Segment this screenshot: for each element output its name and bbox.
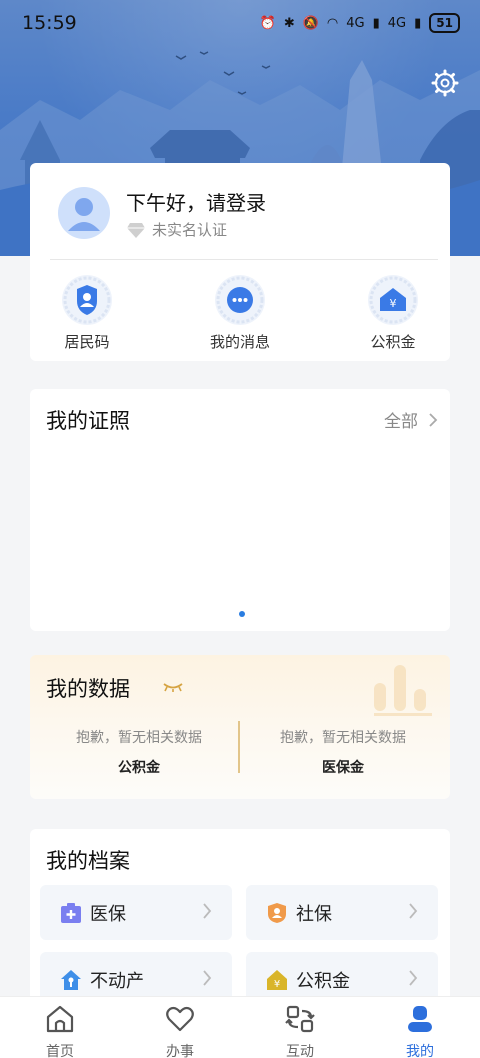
verification-label: 未实名认证	[152, 221, 228, 239]
tab-interaction[interactable]: 互动	[255, 1003, 345, 1058]
tab-label: 办事	[166, 1044, 194, 1058]
resident-code-icon	[60, 273, 114, 327]
data-item-name: 公积金	[118, 760, 160, 776]
svg-text:¥: ¥	[274, 979, 280, 990]
provident-fund-icon: ¥	[366, 273, 420, 327]
real-estate-icon	[61, 970, 81, 990]
network-label-1: 4G	[346, 15, 365, 31]
carousel-indicator	[239, 611, 245, 617]
bottom-tab-bar: 首页 办事 互动 我的	[0, 996, 480, 1058]
social-security-icon	[268, 903, 286, 923]
certificates-title: 我的证照	[46, 409, 130, 433]
archives-title: 我的档案	[46, 849, 130, 873]
data-item-medical-fund[interactable]: 抱歉，暂无相关数据 医保金	[248, 727, 438, 777]
tab-label: 我的	[406, 1044, 434, 1058]
data-item-provident-fund[interactable]: 抱歉，暂无相关数据 公积金	[44, 727, 234, 777]
quick-action-resident-code[interactable]: 居民码	[32, 273, 142, 352]
status-time: 15:59	[22, 12, 77, 34]
provident-fund-icon: ¥	[267, 970, 287, 990]
signal-icon-2: ▮	[414, 15, 422, 31]
archive-item-label: 不动产	[90, 971, 144, 992]
status-icons: ⏰ ✱ 🔕 ◠ 4G ▮ 4G ▮ 51	[260, 13, 460, 33]
chevron-right-icon	[409, 970, 418, 986]
user-avatar-icon	[68, 198, 100, 231]
divider	[50, 259, 438, 260]
diamond-icon	[127, 222, 145, 238]
certificates-card: 我的证照 全部	[30, 389, 450, 631]
my-data-card: 我的数据 抱歉，暂无相关数据 公积金 抱歉，暂无相关数据 医保金	[30, 655, 450, 799]
quick-action-provident-fund[interactable]: ¥ 公积金	[338, 273, 448, 352]
bluetooth-icon: ✱	[283, 15, 295, 31]
network-label-2: 4G	[387, 15, 407, 31]
chevron-right-icon	[429, 412, 438, 427]
battery-indicator: 51	[429, 13, 460, 33]
settings-button[interactable]	[430, 68, 460, 98]
data-divider	[238, 721, 240, 773]
archive-item-social-security[interactable]: 社保	[246, 885, 438, 940]
tab-label: 互动	[286, 1044, 314, 1058]
data-item-name: 医保金	[322, 760, 364, 776]
view-all-label: 全部	[384, 412, 418, 432]
quick-action-label: 公积金	[370, 333, 416, 351]
alarm-icon: ⏰	[259, 15, 276, 31]
tab-label: 首页	[46, 1044, 74, 1058]
home-icon	[46, 1005, 74, 1033]
archive-item-label: 公积金	[296, 971, 350, 992]
chevron-right-icon	[203, 970, 212, 986]
data-empty-message: 抱歉，暂无相关数据	[280, 730, 406, 746]
status-bar: 15:59 ⏰ ✱ 🔕 ◠ 4G ▮ 4G ▮ 51	[0, 0, 480, 50]
gear-icon	[431, 69, 459, 97]
verification-status[interactable]: 未实名认证	[126, 219, 227, 240]
archive-item-medical-insurance[interactable]: 医保	[40, 885, 232, 940]
data-empty-message: 抱歉，暂无相关数据	[76, 730, 202, 746]
chevron-right-icon	[409, 903, 418, 919]
quick-action-label: 居民码	[64, 333, 110, 351]
archive-item-label: 医保	[90, 904, 126, 925]
my-data-title: 我的数据	[46, 677, 130, 701]
view-all-link[interactable]: 全部	[384, 407, 438, 432]
interaction-icon	[285, 1005, 315, 1033]
tab-profile[interactable]: 我的	[375, 1003, 465, 1058]
quick-action-label: 我的消息	[209, 333, 270, 351]
medical-insurance-icon	[61, 903, 81, 923]
login-greeting[interactable]: 下午好，请登录	[126, 187, 266, 216]
tab-services[interactable]: 办事	[135, 1003, 225, 1058]
chevron-right-icon	[203, 903, 212, 919]
archive-item-label: 社保	[296, 904, 332, 925]
eye-closed-icon[interactable]	[162, 681, 184, 693]
wifi-icon: ◠	[326, 15, 339, 31]
message-icon	[213, 273, 267, 327]
svg-text:¥: ¥	[390, 297, 397, 310]
quick-action-messages[interactable]: 我的消息	[185, 273, 295, 352]
bar-chart-decoration-icon	[374, 665, 432, 716]
user-card: 下午好，请登录 未实名认证 居民码 我的消息 ¥ 公积金	[30, 163, 450, 361]
profile-icon	[408, 1006, 432, 1032]
tab-home[interactable]: 首页	[15, 1003, 105, 1058]
mute-icon: 🔕	[302, 15, 319, 31]
heart-icon	[166, 1006, 194, 1032]
avatar[interactable]	[58, 187, 110, 239]
signal-icon: ▮	[372, 15, 380, 31]
